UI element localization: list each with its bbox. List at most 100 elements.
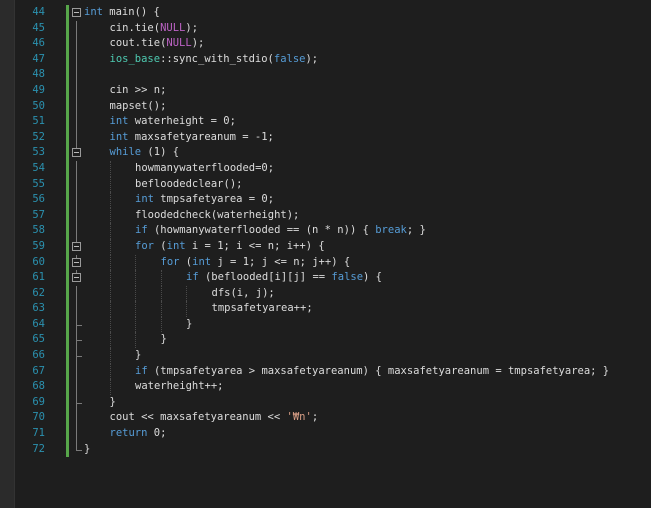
change-indicator xyxy=(66,379,69,395)
code-line[interactable]: 50 mapset(); xyxy=(0,98,651,115)
code-text[interactable]: cout << maxsafetyareanum << '₩n'; xyxy=(110,410,319,426)
code-line[interactable]: 68 waterheight++; xyxy=(0,379,651,395)
code-token: befloodedclear(); xyxy=(135,177,243,190)
line-number: 64 xyxy=(32,317,45,330)
code-text[interactable]: if (beflooded[i][j] == false) { xyxy=(186,270,382,286)
code-text[interactable]: floodedcheck(waterheight); xyxy=(135,208,299,224)
indent-guide xyxy=(109,176,111,193)
code-text[interactable]: dfs(i, j); xyxy=(212,286,275,302)
code-line[interactable]: 60 for (int j = 1; j <= n; j++) { xyxy=(0,254,651,271)
code-line[interactable]: 44 int main() { xyxy=(0,5,651,21)
line-number: 49 xyxy=(32,83,45,96)
code-line[interactable]: 69} xyxy=(0,394,651,411)
code-text[interactable]: waterheight++; xyxy=(135,379,224,395)
code-token: waterheight++; xyxy=(135,380,224,393)
code-text[interactable]: cin.tie(NULL); xyxy=(110,21,199,37)
code-line[interactable]: 47 ios_base::sync_with_stdio(false); xyxy=(0,51,651,68)
indent-guide xyxy=(160,316,162,333)
indent-guide xyxy=(109,285,111,302)
code-text[interactable]: } xyxy=(110,395,116,411)
code-text[interactable]: int main() { xyxy=(84,5,160,21)
code-token: j = 1; j <= n; j++) { xyxy=(211,255,351,268)
code-line[interactable]: 54 howmanywaterflooded=0; xyxy=(0,160,651,177)
code-line[interactable]: 46 cout.tie(NULL); xyxy=(0,36,651,52)
collapse-icon[interactable] xyxy=(72,8,81,17)
code-text[interactable]: } xyxy=(84,442,90,458)
code-line[interactable]: 49 cin >> n; xyxy=(0,82,651,99)
code-line[interactable]: 63 tmpsafetyarea++; xyxy=(0,301,651,317)
code-text[interactable]: } xyxy=(186,317,192,333)
indent-guide xyxy=(109,254,111,271)
code-text[interactable]: tmpsafetyarea++; xyxy=(212,301,313,317)
outline-line xyxy=(76,160,77,177)
code-line[interactable]: 52 int maxsafetyareanum = -1; xyxy=(0,129,651,146)
code-text[interactable]: howmanywaterflooded=0; xyxy=(135,161,274,177)
outline-line xyxy=(76,207,77,224)
code-text[interactable]: cout.tie(NULL); xyxy=(110,36,205,52)
code-text[interactable]: befloodedclear(); xyxy=(135,177,242,193)
code-token: dfs(i, j); xyxy=(211,286,275,299)
code-text[interactable]: ios_base::sync_with_stdio(false); xyxy=(110,52,319,68)
code-text[interactable]: mapset(); xyxy=(110,99,167,115)
indent-guide xyxy=(186,285,187,302)
code-text[interactable]: for (int i = 1; i <= n; i++) { xyxy=(135,239,325,255)
code-token: main() { xyxy=(102,6,160,18)
code-text[interactable]: while (1) { xyxy=(110,145,180,161)
code-line[interactable]: 72} xyxy=(0,441,651,458)
code-lines[interactable]: 44 int main() {45 cin.tie(NULL); 46 cout.tie… xyxy=(0,5,651,458)
collapse-icon[interactable] xyxy=(72,257,81,267)
code-text[interactable]: cin >> n; xyxy=(110,83,167,99)
code-text[interactable]: return 0; xyxy=(110,426,167,442)
outline-line xyxy=(76,340,77,349)
code-text[interactable]: } xyxy=(135,348,141,364)
code-token: floodedcheck(waterheight); xyxy=(135,208,300,221)
outline-line xyxy=(76,192,77,208)
collapse-icon[interactable] xyxy=(72,241,81,251)
code-editor[interactable]: 44 int main() {45 cin.tie(NULL); 46 cout.tie… xyxy=(0,0,651,508)
collapse-icon[interactable] xyxy=(72,273,81,283)
code-text[interactable]: for (int j = 1; j <= n; j++) { xyxy=(161,255,351,271)
code-line[interactable]: 56 int tmpsafetyarea = 0; xyxy=(0,192,651,208)
code-line[interactable]: 58 if (howmanywaterflooded == (n * n)) { … xyxy=(0,223,651,239)
change-indicator xyxy=(66,238,69,255)
line-number: 67 xyxy=(32,364,45,377)
code-text[interactable]: if (tmpsafetyarea > maxsafetyareanum) { … xyxy=(135,364,609,380)
code-line[interactable]: 62 dfs(i, j); xyxy=(0,285,651,302)
code-text[interactable]: int waterheight = 0; xyxy=(110,114,236,130)
code-text[interactable]: int tmpsafetyarea = 0; xyxy=(135,192,274,208)
code-token: (beflooded[i][j] == xyxy=(198,271,332,284)
code-line[interactable]: 66} xyxy=(0,348,651,364)
code-text[interactable]: int maxsafetyareanum = -1; xyxy=(110,130,274,146)
outline-line xyxy=(76,270,77,274)
code-token: int xyxy=(109,130,129,143)
code-line[interactable]: 57 floodedcheck(waterheight); xyxy=(0,207,651,224)
code-line[interactable]: 48 xyxy=(0,67,651,83)
change-indicator xyxy=(66,67,69,83)
code-line[interactable]: 65} xyxy=(0,332,651,349)
code-line[interactable]: 59 for (int i = 1; i <= n; i++) { xyxy=(0,238,651,255)
change-indicator xyxy=(66,270,69,286)
outline-line xyxy=(76,114,77,130)
code-token: ; xyxy=(311,411,319,424)
code-line[interactable]: 51 int waterheight = 0; xyxy=(0,114,651,130)
code-text[interactable]: if (howmanywaterflooded == (n * n)) { br… xyxy=(135,223,426,239)
change-indicator xyxy=(66,82,69,99)
code-text[interactable]: } xyxy=(161,332,167,348)
code-line[interactable]: 64} xyxy=(0,316,651,333)
line-number: 44 xyxy=(32,6,45,18)
code-line[interactable]: 71 return 0; xyxy=(0,426,651,442)
code-line[interactable]: 70 cout << maxsafetyareanum << '₩n'; xyxy=(0,410,651,427)
indent-guide xyxy=(135,316,136,333)
code-line[interactable]: 45 cin.tie(NULL); xyxy=(0,20,651,37)
code-line[interactable]: 61 if (beflooded[i][j] == false) { xyxy=(0,270,651,286)
code-line[interactable]: 53 while (1) { xyxy=(0,145,651,161)
code-line[interactable]: 55 befloodedclear(); xyxy=(0,176,651,193)
code-token: int xyxy=(109,115,129,128)
code-line[interactable]: 67 if (tmpsafetyarea > maxsafetyareanum) … xyxy=(0,363,651,380)
outline-line xyxy=(76,379,77,395)
code-token: (howmanywaterflooded == (n * n)) { xyxy=(147,224,376,237)
outline-line xyxy=(76,356,77,364)
outline-line xyxy=(76,129,77,146)
code-token: maxsafetyareanum = -1; xyxy=(128,130,274,143)
collapse-icon[interactable] xyxy=(72,148,81,158)
